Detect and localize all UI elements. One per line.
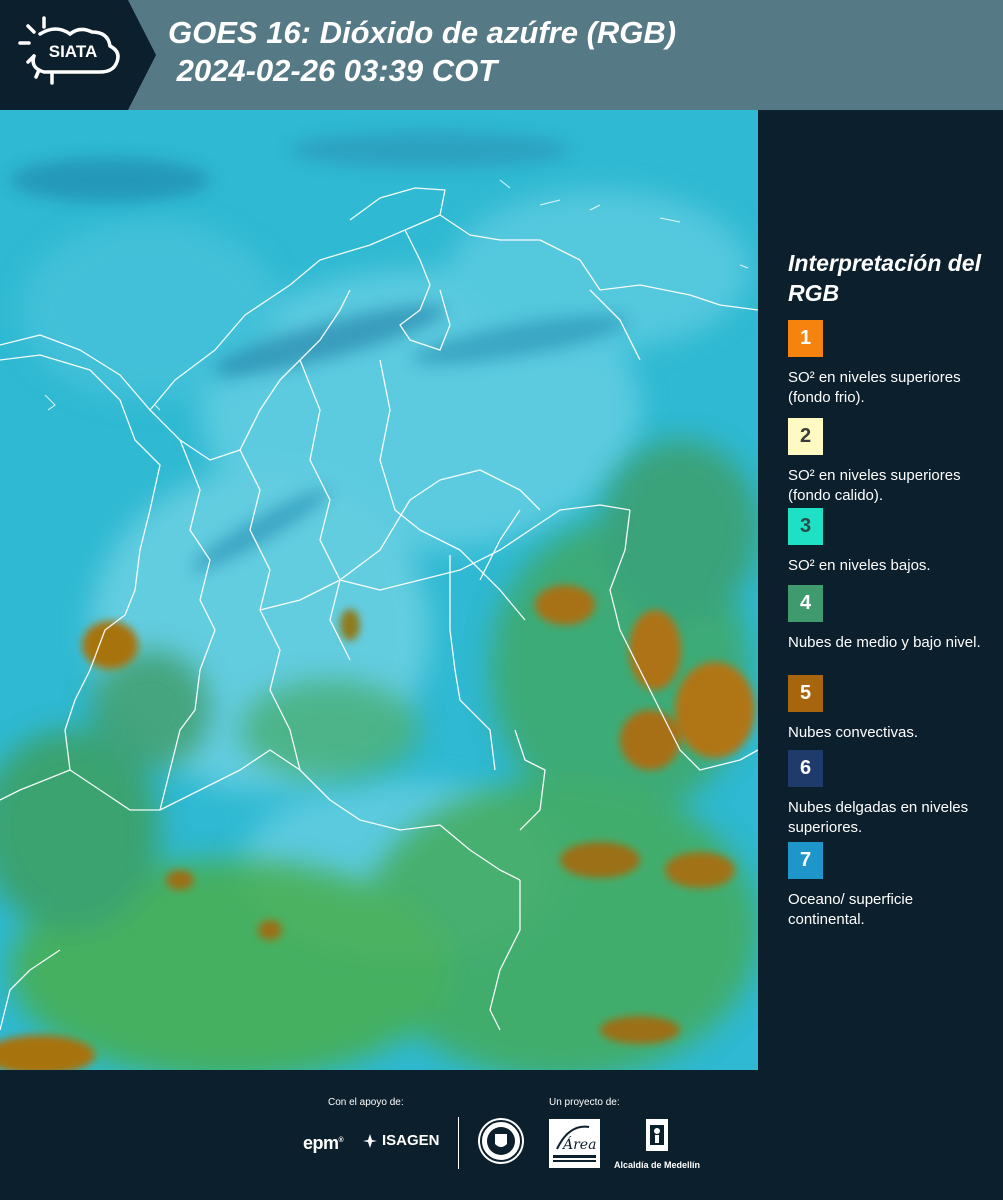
legend-text-7: Oceano/ superficie continental. <box>788 891 914 928</box>
legend-panel: Interpretación del RGB 1 SO² en niveles … <box>760 110 1003 1070</box>
legend-item-2: 2 SO² en niveles superiores (fondo calid… <box>788 418 988 506</box>
alcaldia-logo[interactable]: Alcaldía de Medellín <box>612 1117 702 1170</box>
legend-text-1: SO² en niveles superiores (fondo frio). <box>788 369 961 406</box>
footer: Con el apoyo de: Un proyecto de: epm® IS… <box>0 1070 1003 1200</box>
legend-swatch-1: 1 <box>788 320 823 357</box>
legend-item-1: 1 SO² en niveles superiores (fondo frio)… <box>788 320 988 408</box>
svg-text:Área: Área <box>561 1135 596 1153</box>
area-metropolitana-logo[interactable]: Área <box>549 1119 600 1168</box>
legend-item-7: 7 Oceano/ superficie continental. <box>788 842 988 930</box>
legend-swatch-2: 2 <box>788 418 823 455</box>
seal-icon <box>480 1120 522 1162</box>
epm-logo-text: epm <box>303 1133 339 1153</box>
satellite-map[interactable] <box>0 110 758 1070</box>
legend-swatch-4: 4 <box>788 585 823 622</box>
medellin-seal-logo[interactable] <box>478 1118 524 1164</box>
legend-text-3: SO² en niveles bajos. <box>788 557 931 574</box>
isagen-logo[interactable]: ISAGEN <box>362 1132 440 1149</box>
header: SIATA GOES 16: Dióxido de azúfre (RGB) 2… <box>0 0 1003 110</box>
legend-text-6: Nubes delgadas en niveles superiores. <box>788 799 969 836</box>
legend-item-4: 4 Nubes de medio y bajo nivel. <box>788 585 988 653</box>
svg-text:SIATA: SIATA <box>49 42 97 61</box>
support-label: Con el apoyo de: <box>328 1097 404 1108</box>
isagen-icon <box>363 1133 377 1148</box>
legend-item-6: 6 Nubes delgadas en niveles superiores. <box>788 750 988 838</box>
legend-text-5: Nubes convectivas. <box>788 724 919 741</box>
so2-rgb-image <box>0 110 758 1070</box>
legend-swatch-7: 7 <box>788 842 823 879</box>
isagen-logo-text: ISAGEN <box>382 1132 440 1149</box>
legend-item-3: 3 SO² en niveles bajos. <box>788 508 988 576</box>
epm-logo[interactable]: epm® <box>303 1133 344 1154</box>
project-label: Un proyecto de: <box>549 1097 620 1108</box>
page-title: GOES 16: Dióxido de azúfre (RGB) 2024-02… <box>168 15 677 88</box>
legend-text-4: Nubes de medio y bajo nivel. <box>788 634 981 651</box>
legend-item-5: 5 Nubes convectivas. <box>788 675 988 743</box>
logo-arrow <box>128 0 156 110</box>
siata-logo[interactable]: SIATA <box>0 0 128 110</box>
area-metropolitana-icon: Área <box>553 1125 596 1162</box>
legend-title: Interpretación del RGB <box>788 250 981 306</box>
alcaldia-shield-icon <box>646 1119 668 1151</box>
legend-swatch-6: 6 <box>788 750 823 787</box>
legend-swatch-3: 3 <box>788 508 823 545</box>
siata-sun-icon: SIATA <box>18 16 120 85</box>
footer-divider <box>458 1117 459 1169</box>
alcaldia-text: Alcaldía de Medellín <box>613 1160 701 1170</box>
legend-swatch-5: 5 <box>788 675 823 712</box>
legend-text-2: SO² en niveles superiores (fondo calido)… <box>788 467 961 504</box>
